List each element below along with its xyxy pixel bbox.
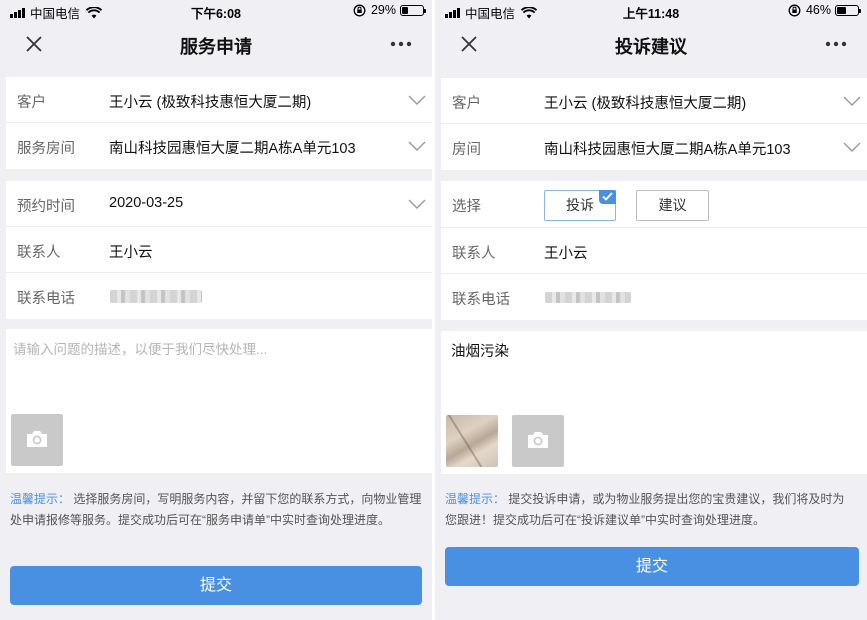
customer-row[interactable]: 客户 王小云 (极致科技惠恒大厦二期)	[441, 78, 867, 124]
battery-percent: 29%	[370, 3, 396, 17]
page-title: 投诉建议	[615, 37, 687, 57]
phone-value-blurred[interactable]	[545, 292, 631, 303]
contact-row[interactable]: 联系人 王小云	[6, 227, 432, 273]
status-bar: 中国电信 下午6:08 29%	[0, 0, 432, 22]
suggestion-option-label: 建议	[658, 197, 687, 213]
camera-icon	[27, 431, 47, 447]
nav-bar: 投诉建议	[435, 22, 867, 66]
rotation-lock-icon	[788, 4, 801, 16]
phone-row[interactable]: 联系电话	[441, 274, 867, 320]
room-card: 客户 王小云 (极致科技惠恒大厦二期) 服务房间 南山科技园惠恒大厦二期A栋A单…	[6, 77, 432, 169]
contact-card: 预约时间 2020-03-25 联系人 王小云 联系电话	[6, 181, 432, 319]
description-input[interactable]: 请输入问题的描述，以便于我们尽快处理...	[6, 329, 432, 473]
phone-row[interactable]: 联系电话	[6, 273, 432, 319]
room-row[interactable]: 服务房间 南山科技园惠恒大厦二期A栋A单元103	[6, 123, 432, 169]
rotation-lock-icon	[353, 4, 366, 16]
tip-body: 选择服务房间，写明服务内容，并留下您的联系方式，向物业管理处申请报修等服务。提交…	[10, 492, 422, 527]
room-value: 南山科技园惠恒大厦二期A栋A单元103	[109, 141, 356, 157]
complaint-option[interactable]: 投诉	[544, 190, 616, 221]
phone-value-blurred[interactable]	[110, 290, 202, 303]
tip-title: 温馨提示：	[10, 492, 71, 506]
checkmark-icon	[599, 190, 616, 204]
select-label: 选择	[452, 199, 481, 215]
battery-icon	[835, 4, 861, 16]
tip-title: 温馨提示：	[445, 492, 506, 506]
submit-button[interactable]: 提交	[10, 566, 422, 605]
chevron-down-icon[interactable]	[843, 142, 861, 152]
tip-text: 温馨提示： 提交投诉申请，或为物业服务提出您的宝贵建议，我们将及时为您跟进！提交…	[445, 489, 855, 531]
chevron-down-icon[interactable]	[408, 141, 426, 151]
more-icon[interactable]	[825, 41, 847, 47]
contact-card: 选择 投诉 建议 联系人 王小云 联系电话	[441, 181, 867, 320]
customer-row[interactable]: 客户 王小云 (极致科技惠恒大厦二期)	[6, 77, 432, 123]
battery-icon	[400, 4, 426, 16]
phone-label: 联系电话	[17, 291, 75, 307]
service-request-screen: 中国电信 下午6:08 29% 服务申请 客户 王小云 (极致科技惠恒大厦二期)…	[0, 0, 432, 620]
chevron-down-icon[interactable]	[408, 199, 426, 209]
tip-body: 提交投诉申请，或为物业服务提出您的宝贵建议，我们将及时为您跟进！提交成功后可在“…	[445, 492, 845, 527]
suggestion-option[interactable]: 建议	[636, 190, 709, 221]
chevron-down-icon[interactable]	[408, 95, 426, 105]
description-placeholder: 请输入问题的描述，以便于我们尽快处理...	[13, 342, 268, 357]
complaint-option-label: 投诉	[566, 197, 594, 213]
submit-button[interactable]: 提交	[445, 547, 859, 586]
contact-label: 联系人	[452, 246, 496, 262]
contact-value[interactable]: 王小云	[544, 242, 588, 263]
chevron-down-icon[interactable]	[843, 96, 861, 106]
battery-percent: 46%	[805, 3, 831, 17]
add-photo-button[interactable]	[512, 415, 564, 467]
phone-label: 联系电话	[452, 292, 510, 308]
contact-label: 联系人	[17, 245, 61, 261]
nav-bar: 服务申请	[0, 22, 432, 66]
camera-icon	[528, 432, 548, 448]
customer-value: 王小云 (极致科技惠恒大厦二期)	[109, 95, 312, 111]
room-label: 房间	[452, 142, 481, 158]
contact-row[interactable]: 联系人 王小云	[441, 228, 867, 274]
description-text: 油烟污染	[451, 344, 509, 360]
appointment-label: 预约时间	[17, 199, 75, 215]
appointment-row[interactable]: 预约时间 2020-03-25	[6, 181, 432, 227]
customer-value: 王小云 (极致科技惠恒大厦二期)	[544, 96, 747, 112]
tip-text: 温馨提示： 选择服务房间，写明服务内容，并留下您的联系方式，向物业管理处申请报修…	[10, 489, 422, 531]
add-photo-button[interactable]	[11, 414, 63, 466]
customer-label: 客户	[452, 96, 481, 112]
complaint-suggestion-screen: 中国电信 上午11:48 46% 投诉建议 客户 王小云 (极致科技惠恒大厦二期…	[435, 0, 867, 620]
room-card: 客户 王小云 (极致科技惠恒大厦二期) 房间 南山科技园惠恒大厦二期A栋A单元1…	[441, 78, 867, 170]
appointment-value: 2020-03-25	[109, 195, 184, 211]
room-row[interactable]: 房间 南山科技园惠恒大厦二期A栋A单元103	[441, 124, 867, 170]
room-value: 南山科技园惠恒大厦二期A栋A单元103	[544, 142, 791, 158]
description-input[interactable]: 油烟污染	[441, 331, 867, 474]
type-select-row: 选择 投诉 建议	[441, 181, 867, 228]
customer-label: 客户	[17, 95, 46, 111]
page-title: 服务申请	[180, 37, 252, 57]
contact-value[interactable]: 王小云	[109, 241, 153, 262]
uploaded-photo-thumbnail[interactable]	[446, 415, 498, 467]
more-icon[interactable]	[390, 41, 412, 47]
status-bar: 中国电信 上午11:48 46%	[435, 0, 867, 22]
room-label: 服务房间	[17, 141, 75, 157]
